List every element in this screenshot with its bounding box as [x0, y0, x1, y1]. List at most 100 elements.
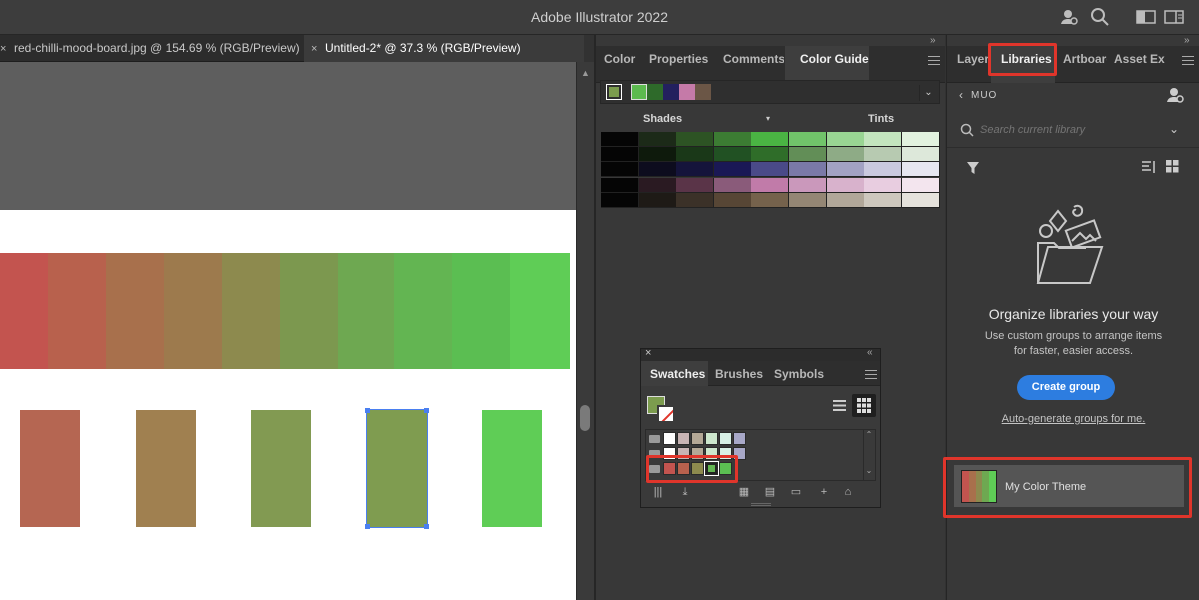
tab-color[interactable]: Color — [596, 46, 638, 83]
color-variation-cell[interactable] — [601, 177, 639, 193]
color-block[interactable] — [20, 410, 80, 527]
selection-handle[interactable] — [424, 408, 429, 413]
strip-segment[interactable] — [164, 253, 222, 369]
color-variation-cell[interactable] — [901, 132, 940, 147]
tab-brushes[interactable]: Brushes — [715, 367, 763, 381]
color-variation-cell[interactable] — [826, 192, 865, 208]
create-group-button[interactable]: Create group — [1017, 375, 1115, 400]
strip-segment[interactable] — [222, 253, 280, 369]
scroll-up-icon[interactable]: ▲ — [581, 68, 590, 78]
swatch[interactable] — [691, 432, 704, 445]
swatch[interactable] — [677, 432, 690, 445]
filter-icon[interactable] — [966, 161, 980, 175]
harmony-swatch[interactable] — [695, 84, 711, 100]
pasteboard[interactable] — [0, 62, 576, 210]
stroke-swatch[interactable] — [657, 405, 675, 423]
swatch[interactable] — [663, 432, 676, 445]
new-color-group-icon[interactable]: ▭ — [789, 485, 803, 499]
selection-handle[interactable] — [365, 524, 370, 529]
strip-segment[interactable] — [510, 253, 570, 369]
close-icon[interactable]: × — [311, 36, 325, 62]
harmony-swatch[interactable] — [631, 84, 647, 100]
color-variations-grid[interactable] — [601, 132, 940, 208]
harmony-swatch[interactable] — [663, 84, 679, 100]
color-variation-cell[interactable] — [864, 192, 903, 208]
arrange-documents-icon[interactable] — [1136, 7, 1158, 27]
color-variation-cell[interactable] — [826, 162, 865, 178]
tab-red-chilli[interactable]: × red-chilli-mood-board.jpg @ 154.69 % (R… — [0, 35, 304, 62]
search-icon[interactable] — [1090, 7, 1112, 27]
sort-icon[interactable] — [1141, 160, 1157, 174]
color-variation-cell[interactable] — [901, 177, 940, 193]
swatch-options-icon[interactable]: ▤ — [763, 485, 777, 499]
swatch[interactable] — [705, 432, 718, 445]
place-swatches-icon[interactable]: ⤓ — [678, 485, 692, 499]
new-swatch-icon[interactable]: + — [817, 485, 831, 499]
swatch[interactable] — [719, 432, 732, 445]
close-icon[interactable]: × — [645, 347, 651, 359]
vertical-scrollbar[interactable]: ▲ — [576, 62, 594, 600]
selection-handle[interactable] — [365, 408, 370, 413]
harmony-swatch[interactable] — [647, 84, 663, 100]
color-variation-cell[interactable] — [751, 162, 790, 178]
harmony-rules-bar[interactable]: ⌄ — [600, 80, 940, 104]
tab-artboards[interactable]: Artboards — [1057, 46, 1107, 83]
color-variation-cell[interactable] — [638, 147, 677, 163]
color-variation-cell[interactable] — [789, 177, 827, 193]
color-variation-cell[interactable] — [638, 192, 677, 208]
invite-user-icon[interactable] — [1166, 86, 1184, 104]
color-variation-cell[interactable] — [864, 147, 903, 163]
swatch-libraries-menu-icon[interactable]: ||| — [651, 485, 665, 499]
color-variation-cell[interactable] — [676, 132, 715, 147]
library-name[interactable]: MUO — [971, 90, 997, 101]
scroll-up-icon[interactable]: ⌃ — [864, 430, 874, 440]
color-variation-cell[interactable] — [864, 177, 903, 193]
color-variation-cell[interactable] — [638, 177, 677, 193]
color-block[interactable] — [365, 408, 429, 529]
workspace-switcher-icon[interactable] — [1164, 7, 1186, 27]
grid-view-icon[interactable] — [1166, 160, 1179, 173]
color-variation-cell[interactable] — [751, 192, 790, 208]
color-variation-cell[interactable] — [789, 162, 827, 178]
color-block[interactable] — [251, 410, 311, 527]
color-variation-cell[interactable] — [864, 132, 903, 147]
color-variation-cell[interactable] — [676, 147, 715, 163]
color-variation-cell[interactable] — [751, 147, 790, 163]
share-user-icon[interactable] — [1059, 7, 1081, 27]
strip-segment[interactable] — [452, 253, 510, 369]
color-variation-cell[interactable] — [826, 132, 865, 147]
panel-header[interactable]: × « — [641, 347, 880, 361]
color-variation-cell[interactable] — [901, 147, 940, 163]
color-variation-cell[interactable] — [601, 132, 639, 147]
panel-menu-icon[interactable] — [865, 370, 877, 379]
chevron-down-icon[interactable]: ▾ — [766, 114, 770, 123]
strip-segment[interactable] — [0, 253, 48, 369]
collapse-icon[interactable]: » — [930, 35, 936, 46]
strip-segment[interactable] — [280, 253, 338, 369]
chevron-down-icon[interactable]: ⌄ — [1169, 122, 1179, 136]
resize-handle[interactable] — [751, 503, 771, 506]
strip-segment[interactable] — [106, 253, 164, 369]
delete-swatch-icon[interactable]: ⌂ — [841, 485, 855, 499]
library-search-input[interactable] — [980, 121, 1160, 139]
tab-asset-export[interactable]: Asset Ex — [1107, 46, 1173, 83]
color-variation-cell[interactable] — [601, 147, 639, 163]
tab-comments[interactable]: Comments — [714, 46, 784, 83]
strip-segment[interactable] — [394, 253, 452, 369]
strip-segment[interactable] — [48, 253, 106, 369]
chevron-down-icon[interactable]: ⌄ — [919, 85, 937, 101]
tab-color-guide[interactable]: Color Guide — [785, 46, 869, 83]
color-variation-cell[interactable] — [713, 192, 752, 208]
color-block[interactable] — [482, 410, 542, 527]
color-variation-cell[interactable] — [676, 192, 715, 208]
collapse-icon[interactable]: » — [1184, 35, 1190, 46]
tab-symbols[interactable]: Symbols — [774, 367, 824, 381]
color-variation-cell[interactable] — [601, 192, 639, 208]
color-variation-cell[interactable] — [864, 162, 903, 178]
color-block[interactable] — [136, 410, 196, 527]
color-variation-cell[interactable] — [901, 162, 940, 178]
grid-view-icon[interactable] — [852, 394, 876, 417]
color-variation-cell[interactable] — [638, 162, 677, 178]
collapse-icon[interactable]: « — [867, 347, 873, 358]
color-variation-cell[interactable] — [713, 162, 752, 178]
